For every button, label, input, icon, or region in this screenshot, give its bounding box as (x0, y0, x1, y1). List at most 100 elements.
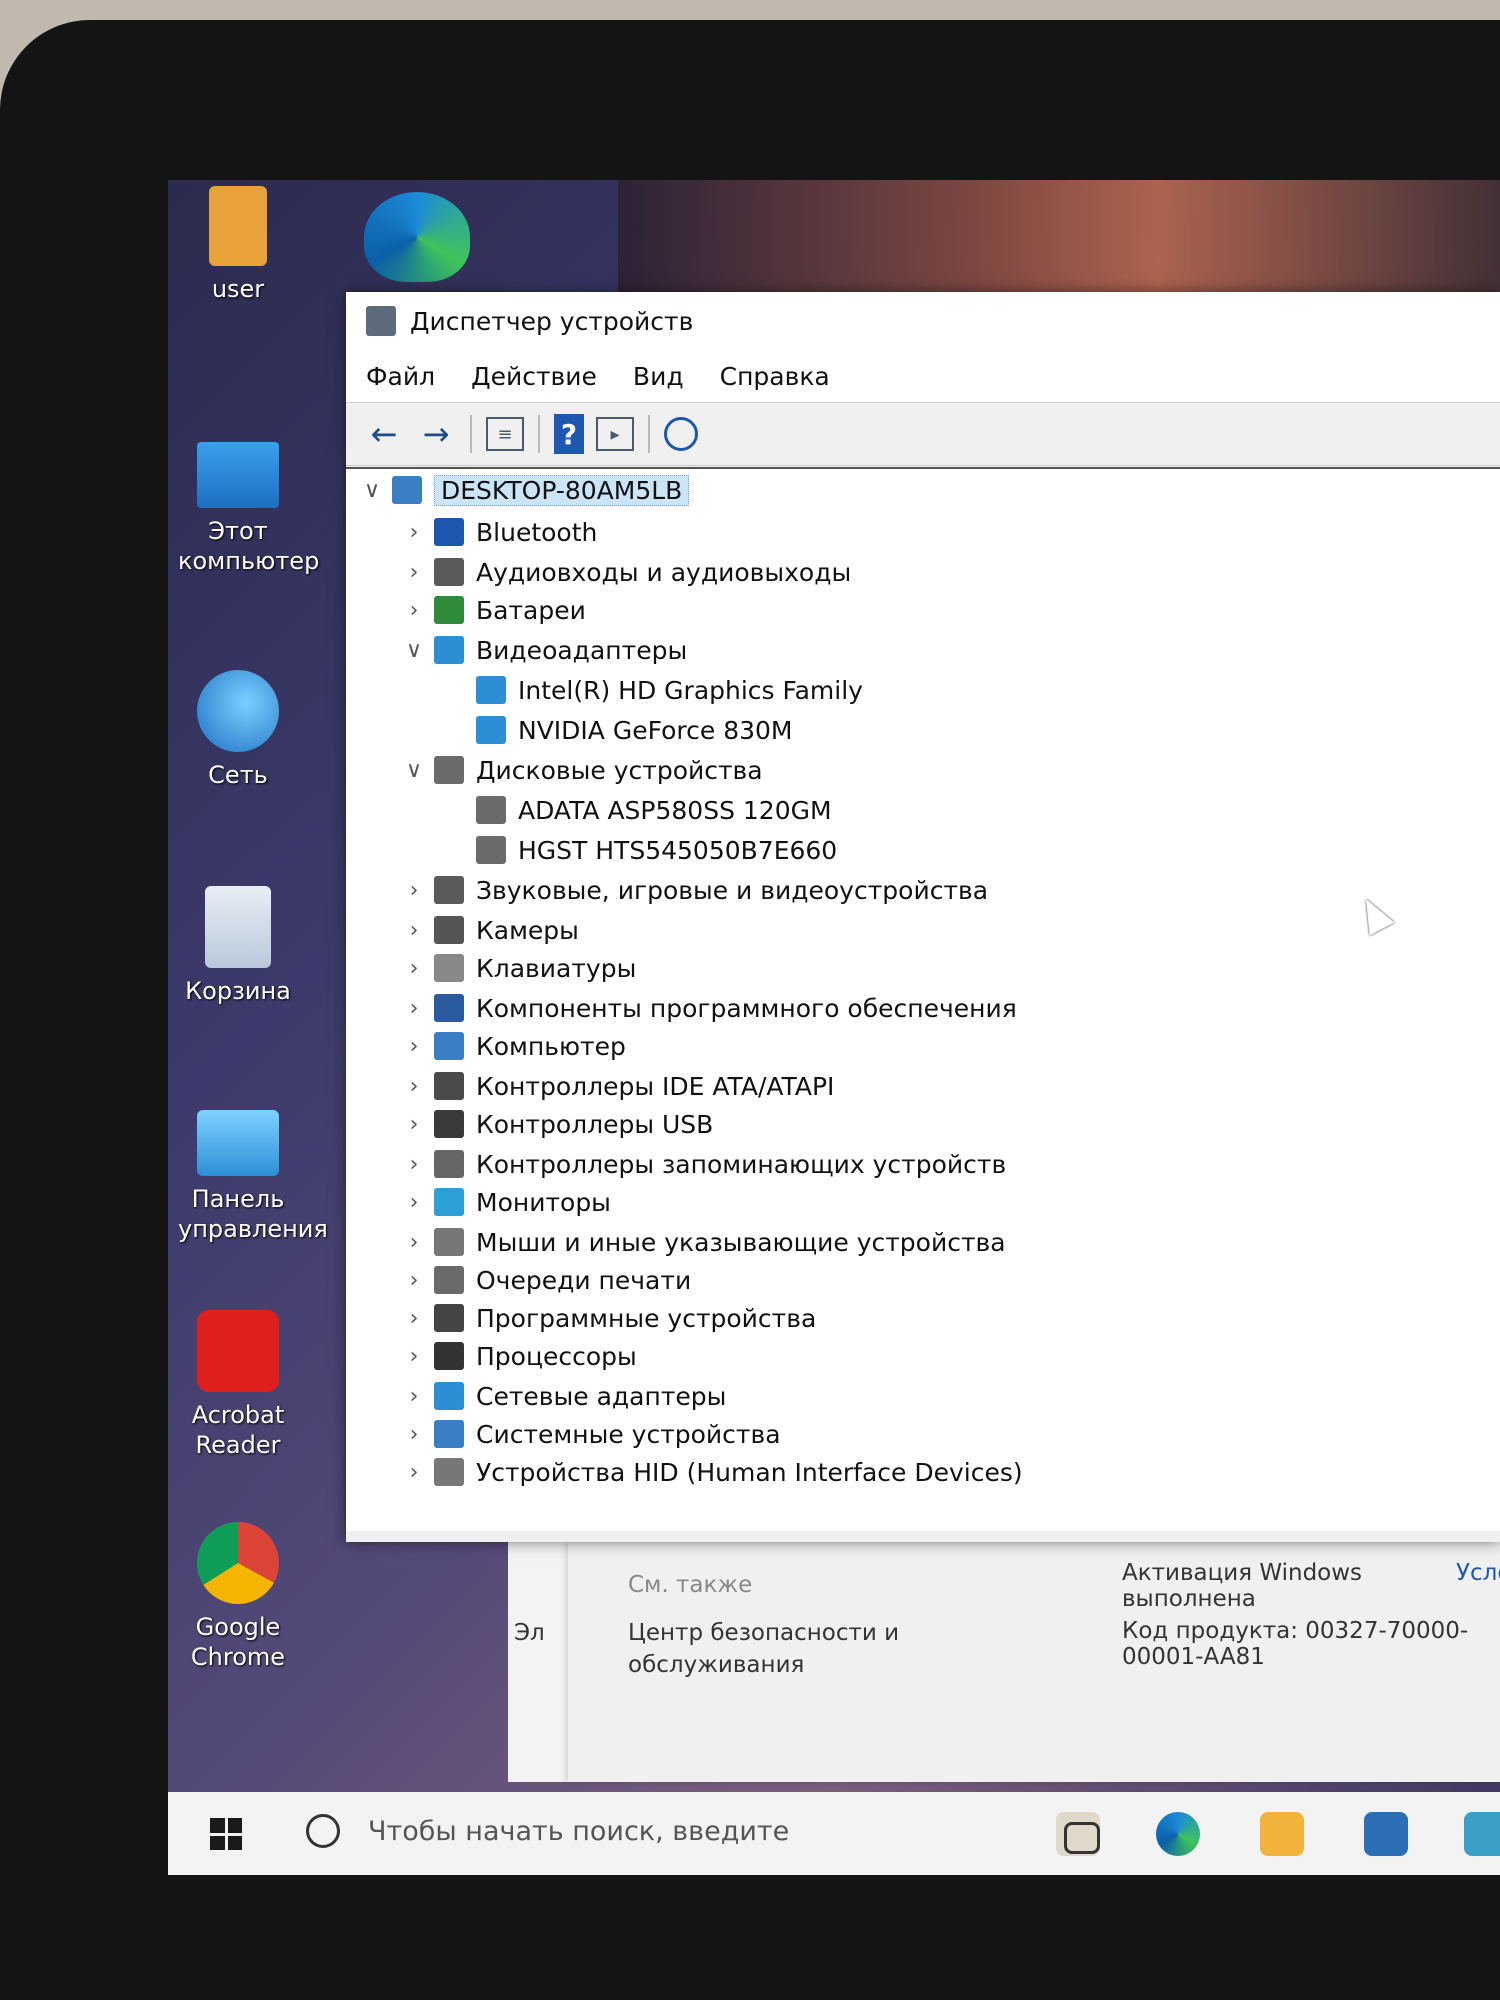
edge-desktop-icon[interactable] (364, 192, 470, 282)
chevron-right-icon[interactable]: › (400, 1190, 428, 1215)
tree-category[interactable]: › Очереди печати (400, 1261, 692, 1299)
chevron-right-icon[interactable]: › (400, 1152, 428, 1177)
tree-category[interactable]: ∨ Видеоадаптеры (400, 631, 687, 669)
chevron-right-icon[interactable]: › (400, 878, 428, 903)
activation-status: Активация Windows выполнена (1122, 1560, 1363, 1612)
chevron-right-icon[interactable]: › (400, 1034, 428, 1059)
chevron-right-icon[interactable]: › (400, 1112, 428, 1137)
task-view-icon[interactable] (1064, 1822, 1100, 1854)
tree-category[interactable]: › Процессоры (400, 1337, 637, 1375)
tree-category[interactable]: › Сетевые адаптеры (400, 1377, 727, 1415)
chevron-down-icon[interactable]: ∨ (400, 758, 428, 783)
chevron-right-icon[interactable]: › (400, 918, 428, 943)
tree-category[interactable]: › Bluetooth (400, 513, 598, 551)
see-also-heading: См. также (628, 1572, 753, 1598)
tree-device[interactable]: NVIDIA GeForce 830M (442, 711, 792, 749)
tree-item-label: Сетевые адаптеры (476, 1381, 727, 1411)
this-pc-icon (197, 442, 279, 508)
device-manager-icon (366, 306, 396, 336)
chevron-right-icon[interactable]: › (400, 598, 428, 623)
chevron-right-icon[interactable]: › (400, 1306, 428, 1331)
truncated-label: Эл (514, 1620, 545, 1646)
tree-item-label: Очереди печати (476, 1265, 692, 1295)
chevron-right-icon[interactable]: › (400, 560, 428, 585)
back-arrow-icon[interactable]: ← (364, 414, 404, 454)
desktop-icon-recycle-bin[interactable]: Корзина (168, 886, 308, 1006)
properties-icon[interactable]: ≡ (486, 417, 524, 451)
tree-category[interactable]: › Системные устройства (400, 1415, 781, 1453)
disk-icon (434, 756, 464, 784)
chevron-down-icon[interactable]: ∨ (400, 638, 428, 663)
tree-category[interactable]: › Устройства HID (Human Interface Devices… (400, 1453, 1023, 1491)
menu-action[interactable]: Действие (471, 362, 597, 391)
menu-help[interactable]: Справка (720, 362, 830, 391)
security-center-link-line2[interactable]: обслуживания (628, 1652, 804, 1678)
tree-category[interactable]: › Батареи (400, 591, 586, 629)
title-bar[interactable]: Диспетчер устройств (346, 292, 1500, 350)
tree-item-label: Контроллеры запоминающих устройств (476, 1149, 1007, 1179)
toolbar: ← → ≡ ? ▸ (346, 403, 1500, 466)
edge-taskbar-icon[interactable] (1156, 1812, 1200, 1856)
tree-category[interactable]: › Камеры (400, 911, 579, 949)
desktop-icon-chrome[interactable]: Google Chrome (168, 1522, 308, 1672)
tree-device[interactable]: ADATA ASP580SS 120GM (442, 791, 832, 829)
tree-category[interactable]: › Программные устройства (400, 1299, 817, 1337)
tree-category[interactable]: › Компоненты программного обеспечения (400, 989, 1017, 1027)
system-device-icon (434, 1420, 464, 1448)
search-icon[interactable] (306, 1814, 340, 1848)
start-windows-icon[interactable] (210, 1818, 242, 1850)
store-icon[interactable] (1464, 1812, 1500, 1856)
desktop-icon-this-pc[interactable]: Этот компьютер (168, 442, 319, 576)
wallpaper-strip (618, 180, 1500, 300)
menu-file[interactable]: Файл (366, 362, 435, 391)
desktop-icon-acrobat[interactable]: Acrobat Reader (168, 1310, 308, 1460)
mail-icon[interactable] (1364, 1812, 1408, 1856)
tree-item-label: Процессоры (476, 1341, 637, 1371)
chevron-right-icon[interactable]: › (400, 996, 428, 1021)
chevron-right-icon[interactable]: › (400, 1460, 428, 1485)
user-folder-icon (209, 186, 267, 266)
menu-view[interactable]: Вид (633, 362, 684, 391)
chevron-right-icon[interactable]: › (400, 956, 428, 981)
scan-hardware-icon[interactable] (664, 417, 698, 451)
desktop-icon-user[interactable]: user (168, 186, 308, 304)
computer-icon (392, 476, 422, 504)
tree-category[interactable]: › Контроллеры USB (400, 1105, 714, 1143)
chevron-right-icon[interactable]: › (400, 1344, 428, 1369)
tree-category[interactable]: › Клавиатуры (400, 949, 637, 987)
acrobat-reader-icon (197, 1310, 279, 1392)
tree-category[interactable]: › Звуковые, игровые и видеоустройства (400, 871, 988, 909)
update-driver-icon[interactable]: ▸ (596, 417, 634, 451)
chevron-right-icon[interactable]: › (400, 1074, 428, 1099)
tree-device[interactable]: HGST HTS545050B7E660 (442, 831, 837, 869)
tree-category[interactable]: › Мониторы (400, 1183, 611, 1221)
file-explorer-icon[interactable] (1260, 1812, 1304, 1856)
tree-category[interactable]: › Мыши и иные указывающие устройства (400, 1223, 1006, 1261)
security-center-link-line1[interactable]: Центр безопасности и (628, 1620, 899, 1646)
chevron-right-icon[interactable]: › (400, 1422, 428, 1447)
tree-item-label: Bluetooth (476, 517, 598, 547)
tree-device[interactable]: Intel(R) HD Graphics Family (442, 671, 863, 709)
tree-item-label: Клавиатуры (476, 953, 637, 983)
desktop-icon-network[interactable]: Сеть (168, 670, 308, 790)
tree-category[interactable]: › Контроллеры IDE ATA/ATAPI (400, 1067, 835, 1105)
tree-root[interactable]: ∨ DESKTOP-80AM5LB (358, 471, 690, 509)
tree-category[interactable]: › Контроллеры запоминающих устройств (400, 1145, 1007, 1183)
tree-category[interactable]: › Компьютер (400, 1027, 626, 1065)
system-properties-window: Эл См. также Центр безопасности и обслуж… (508, 1542, 1500, 1782)
help-icon[interactable]: ? (554, 414, 584, 454)
chevron-down-icon[interactable]: ∨ (358, 478, 386, 503)
tree-item-label: Мониторы (476, 1187, 611, 1217)
tree-category[interactable]: ∨ Дисковые устройства (400, 751, 763, 789)
chevron-right-icon[interactable]: › (400, 520, 428, 545)
desktop-icon-control-panel[interactable]: Панель управления (168, 1110, 328, 1244)
toolbar-separator (648, 415, 650, 453)
chevron-right-icon[interactable]: › (400, 1230, 428, 1255)
tree-category[interactable]: › Аудиовходы и аудиовыходы (400, 553, 852, 591)
taskbar-search-box[interactable]: Чтобы начать поиск, введите (368, 1816, 789, 1847)
camera-icon (434, 916, 464, 944)
forward-arrow-icon[interactable]: → (416, 414, 456, 454)
chevron-right-icon[interactable]: › (400, 1268, 428, 1293)
chevron-right-icon[interactable]: › (400, 1384, 428, 1409)
activation-terms-link[interactable]: Усло (1456, 1560, 1500, 1586)
